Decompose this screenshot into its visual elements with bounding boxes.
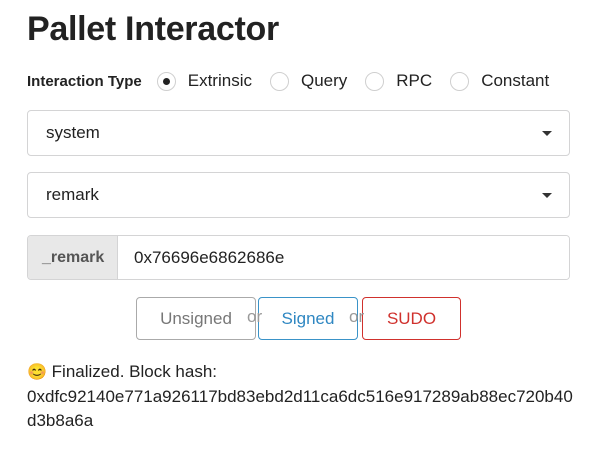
smile-icon: 😊 xyxy=(27,364,47,381)
radio-label-constant: Constant xyxy=(481,71,550,90)
radio-button[interactable] xyxy=(269,71,289,91)
callable-dropdown[interactable]: remark xyxy=(27,172,570,218)
signed-button[interactable]: Signed xyxy=(258,297,358,340)
or-label: or xyxy=(349,306,365,326)
block-hash: 0xdfc92140e771a926117bd83ebd2d11ca6dc516… xyxy=(27,387,573,430)
radio-query[interactable]: Query xyxy=(269,71,348,91)
or-label: or xyxy=(247,306,263,326)
radio-extrinsic[interactable]: Extrinsic xyxy=(156,71,252,91)
radio-button-checked[interactable] xyxy=(156,71,176,91)
interaction-type-row: Interaction Type Extrinsic Query RPC Con… xyxy=(27,70,567,92)
pallet-dropdown-value: system xyxy=(46,123,100,142)
radio-button[interactable] xyxy=(450,71,470,91)
param-label: _remark xyxy=(28,236,118,279)
sudo-button[interactable]: SUDO xyxy=(362,297,461,340)
submit-button-group: Unsigned or Signed or SUDO xyxy=(136,297,461,340)
page-title: Pallet Interactor xyxy=(27,10,279,48)
callable-dropdown-value: remark xyxy=(46,185,99,204)
radio-label-rpc: RPC xyxy=(396,71,433,90)
unsigned-button[interactable]: Unsigned xyxy=(136,297,256,340)
radio-label-query: Query xyxy=(300,71,348,90)
status-message: 😊 Finalized. Block hash: 0xdfc92140e771a… xyxy=(27,360,577,433)
radio-rpc[interactable]: RPC xyxy=(365,71,432,91)
caret-down-icon xyxy=(542,130,552,136)
pallet-dropdown[interactable]: system xyxy=(27,110,570,156)
radio-label-extrinsic: Extrinsic xyxy=(187,71,252,90)
caret-down-icon xyxy=(542,192,552,198)
radio-button[interactable] xyxy=(365,71,385,91)
status-text: Finalized. Block hash: xyxy=(51,362,218,381)
interaction-type-label: Interaction Type xyxy=(27,72,142,90)
radio-constant[interactable]: Constant xyxy=(450,71,549,91)
param-input[interactable] xyxy=(118,236,569,279)
param-input-row: _remark xyxy=(27,235,570,280)
